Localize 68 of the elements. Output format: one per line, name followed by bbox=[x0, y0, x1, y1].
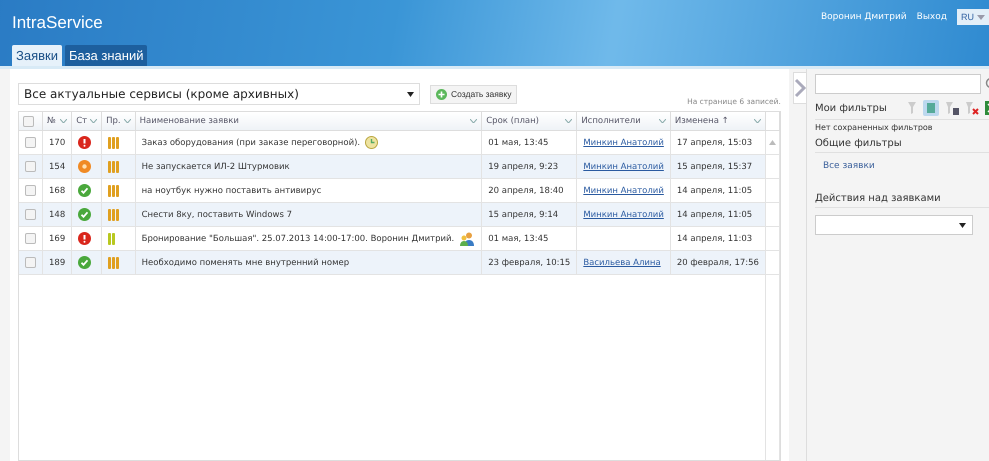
chevron-right-icon bbox=[794, 78, 806, 98]
table-cell: 148 bbox=[49, 210, 66, 220]
caret-icon bbox=[90, 119, 98, 123]
table-cell: 15 апреля, 9:14 bbox=[488, 210, 558, 220]
table-cell: Необходимо поменять мне внутренний номер bbox=[142, 258, 350, 268]
caret-icon bbox=[565, 119, 572, 123]
caret-icon bbox=[958, 222, 966, 228]
filter-link[interactable]: Все заявки bbox=[814, 153, 989, 171]
caret-icon bbox=[407, 92, 414, 96]
language-select[interactable]: RU bbox=[957, 9, 989, 25]
row-checkbox[interactable] bbox=[25, 233, 36, 244]
column-header[interactable]: № bbox=[47, 116, 56, 126]
caret-icon bbox=[754, 119, 761, 123]
caret-icon bbox=[658, 119, 666, 123]
row-checkbox[interactable] bbox=[25, 185, 36, 196]
table-cell: 20 апреля, 18:40 bbox=[488, 186, 564, 196]
table-cell: 169 bbox=[49, 234, 66, 244]
empty-filters-text: Нет сохраненных фильтров bbox=[814, 123, 934, 132]
section-title: Общие фильтры bbox=[814, 138, 902, 149]
table-cell: 23 февраля, 10:15 bbox=[488, 258, 570, 268]
search-field[interactable] bbox=[814, 74, 981, 94]
table-cell: 20 февраля, 17:56 bbox=[676, 258, 759, 268]
create-button[interactable]: Создать заявку bbox=[430, 84, 518, 104]
row-checkbox[interactable] bbox=[25, 161, 36, 172]
column-header[interactable]: Наименование заявки bbox=[140, 116, 239, 126]
caret-icon bbox=[60, 119, 68, 123]
table-cell: Не запускается ИЛ-2 Штурмовик bbox=[142, 162, 290, 172]
filter-apply-icon[interactable] bbox=[922, 100, 939, 116]
filter-delete-icon[interactable] bbox=[964, 101, 979, 115]
section-title: Действия над заявками bbox=[814, 193, 941, 204]
table-cell: 19 апреля, 9:23 bbox=[488, 162, 558, 172]
plus-icon bbox=[436, 88, 447, 100]
table-cell: на ноутбук нужно поставить антивирус bbox=[142, 186, 322, 196]
table-cell: 189 bbox=[49, 258, 66, 268]
tab[interactable]: База знаний bbox=[64, 45, 148, 66]
table-cell: Снести 8ку, поставить Windows 7 bbox=[142, 210, 292, 220]
filter-icon[interactable] bbox=[906, 101, 917, 115]
row-checkbox[interactable] bbox=[25, 257, 36, 268]
users-icon bbox=[459, 232, 476, 246]
clock-icon bbox=[365, 136, 378, 149]
table-cell: 14 апреля, 11:05 bbox=[676, 210, 752, 220]
table-cell: 14 апреля, 11:03 bbox=[676, 234, 752, 244]
table-cell: 15 апреля, 15:37 bbox=[676, 162, 752, 172]
table-cell: 154 bbox=[49, 162, 66, 172]
app-logo: IntraService bbox=[12, 13, 104, 33]
row-checkbox[interactable] bbox=[25, 137, 36, 148]
table-cell: 14 апреля, 11:05 bbox=[676, 186, 752, 196]
section-title: Мои фильтры bbox=[814, 102, 887, 114]
scroll-up-icon[interactable] bbox=[768, 140, 776, 145]
table-cell: 170 bbox=[49, 138, 66, 148]
tab[interactable]: Заявки bbox=[12, 45, 62, 66]
table-cell: 01 мая, 13:45 bbox=[488, 138, 548, 148]
table-cell: Бронирование "Большая". 25.07.2013 14:00-17:00. Воронин Дмитрий. bbox=[142, 234, 454, 244]
service-select[interactable]: Все актуальные сервисы (кроме архивных) bbox=[18, 83, 420, 105]
row-checkbox[interactable] bbox=[25, 209, 36, 220]
table-cell: Заказ оборудования (при заказе переговорной). bbox=[142, 138, 360, 148]
select-all-checkbox[interactable] bbox=[23, 116, 34, 126]
assignee-link[interactable]: Минкин Анатолий bbox=[583, 186, 664, 196]
caret-icon bbox=[470, 119, 478, 123]
table-cell: 168 bbox=[49, 186, 66, 196]
actions-select[interactable] bbox=[814, 215, 973, 235]
collapse-handle[interactable] bbox=[792, 72, 806, 104]
caret-icon bbox=[977, 14, 985, 20]
assignee-link[interactable]: Минкин Анатолий bbox=[583, 138, 664, 148]
table-cell: 01 мая, 13:45 bbox=[488, 234, 548, 244]
filter-save-icon[interactable] bbox=[944, 101, 959, 115]
table-cell: 17 апреля, 15:03 bbox=[676, 138, 752, 148]
caret-icon bbox=[124, 119, 131, 123]
